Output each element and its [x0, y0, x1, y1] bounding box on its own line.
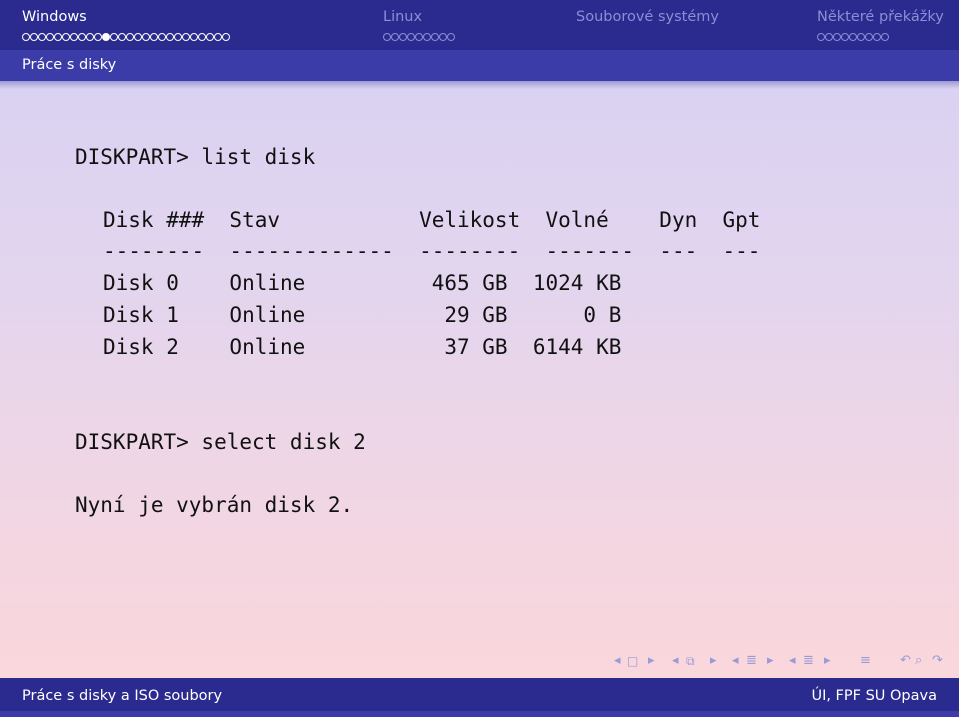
section-icon[interactable]: ≣	[803, 652, 814, 670]
frame-icon[interactable]: □	[627, 652, 638, 670]
nav-frame-dot[interactable]	[214, 33, 222, 41]
arrow-left-icon[interactable]: ◂	[789, 652, 796, 670]
nav-frame-dot[interactable]	[78, 33, 86, 41]
nav-frame-dot[interactable]	[198, 33, 206, 41]
nav-frame-dot[interactable]	[817, 33, 825, 41]
nav-frame-dot[interactable]	[22, 33, 30, 41]
table-separator: -------- ------------- -------- ------- …	[103, 239, 761, 263]
table-header: Disk ### Stav Velikost Volné Dyn Gpt	[103, 208, 761, 232]
nav-frame-dot[interactable]	[94, 33, 102, 41]
nav-frame-dot[interactable]	[825, 33, 833, 41]
arrow-left-icon[interactable]: ◂	[672, 652, 679, 670]
search-icon[interactable]: ⌕	[915, 652, 922, 670]
section-icon[interactable]: ≣	[746, 652, 757, 670]
footer-title: Práce s disky a ISO soubory	[22, 688, 223, 704]
nav-frame-dot[interactable]	[431, 33, 439, 41]
nav-section-linux[interactable]: Linux	[383, 9, 422, 25]
command-select-disk: DISKPART> select disk 2	[75, 430, 366, 454]
nav-frame-dot[interactable]	[407, 33, 415, 41]
nav-section-obstacles[interactable]: Některé překážky	[817, 9, 944, 25]
table-row: Disk 0 Online 465 GB 1024 KB	[103, 271, 622, 295]
nav-frame-dot[interactable]	[857, 33, 865, 41]
nav-section-windows[interactable]: Windows	[22, 9, 87, 25]
nav-frame-dot[interactable]	[423, 33, 431, 41]
nav-frame-dot[interactable]	[873, 33, 881, 41]
table-row: Disk 2 Online 37 GB 6144 KB	[103, 335, 622, 359]
back-icon[interactable]: ↶	[900, 652, 911, 670]
nav-frame-dot[interactable]	[841, 33, 849, 41]
nav-frame-dot[interactable]	[447, 33, 455, 41]
document-icon[interactable]: ≡	[860, 652, 871, 670]
arrow-right-icon[interactable]: ▸	[710, 652, 717, 670]
nav-frame-dot[interactable]	[383, 33, 391, 41]
nav-frame-dot[interactable]	[102, 33, 110, 41]
nav-frame-dot[interactable]	[110, 33, 118, 41]
nav-frame-dot[interactable]	[833, 33, 841, 41]
nav-frame-dot[interactable]	[158, 33, 166, 41]
subsection-bar: Práce s disky	[0, 50, 959, 81]
arrow-right-icon[interactable]: ▸	[824, 652, 831, 670]
nav-frame-dot[interactable]	[142, 33, 150, 41]
nav-frame-dot[interactable]	[30, 33, 38, 41]
nav-frame-dot[interactable]	[38, 33, 46, 41]
nav-section-filesystems[interactable]: Souborové systémy	[576, 9, 719, 25]
arrow-left-icon[interactable]: ◂	[614, 652, 621, 670]
command-result: Nyní je vybrán disk 2.	[75, 493, 354, 517]
arrow-right-icon[interactable]: ▸	[767, 652, 774, 670]
nav-frame-dot[interactable]	[865, 33, 873, 41]
nav-frame-dot[interactable]	[439, 33, 447, 41]
nav-frame-dot[interactable]	[399, 33, 407, 41]
nav-frame-dot[interactable]	[46, 33, 54, 41]
table-row: Disk 1 Online 29 GB 0 B	[103, 303, 622, 327]
nav-frame-dot[interactable]	[206, 33, 214, 41]
nav-frame-dot[interactable]	[391, 33, 399, 41]
nav-frame-dot[interactable]	[174, 33, 182, 41]
nav-frame-dot[interactable]	[62, 33, 70, 41]
footer-institution: ÚI, FPF SU Opava	[811, 688, 937, 704]
command-list-disk: DISKPART> list disk	[75, 145, 316, 169]
nav-frame-dot[interactable]	[126, 33, 134, 41]
forward-icon[interactable]: ↷	[932, 652, 943, 670]
nav-dots-obstacles	[817, 33, 889, 41]
nav-frame-dot[interactable]	[150, 33, 158, 41]
arrow-left-icon[interactable]: ◂	[732, 652, 739, 670]
nav-dots-linux	[383, 33, 455, 41]
nav-frame-dot[interactable]	[190, 33, 198, 41]
subsection-icon[interactable]: ⧉	[686, 652, 695, 670]
nav-frame-dot[interactable]	[849, 33, 857, 41]
nav-frame-dot[interactable]	[166, 33, 174, 41]
nav-frame-dot[interactable]	[70, 33, 78, 41]
nav-frame-dot[interactable]	[415, 33, 423, 41]
subsection-title: Práce s disky	[22, 57, 117, 73]
top-navigation-bar: Windows Linux Souborové systémy Některé …	[0, 0, 959, 50]
header-shadow	[0, 81, 959, 89]
nav-frame-dot[interactable]	[222, 33, 230, 41]
nav-frame-dot[interactable]	[86, 33, 94, 41]
nav-frame-dot[interactable]	[134, 33, 142, 41]
nav-frame-dot[interactable]	[54, 33, 62, 41]
nav-dots-windows	[22, 33, 230, 41]
nav-frame-dot[interactable]	[182, 33, 190, 41]
nav-frame-dot[interactable]	[118, 33, 126, 41]
arrow-right-icon[interactable]: ▸	[648, 652, 655, 670]
footer-rule	[0, 711, 959, 717]
nav-frame-dot[interactable]	[881, 33, 889, 41]
